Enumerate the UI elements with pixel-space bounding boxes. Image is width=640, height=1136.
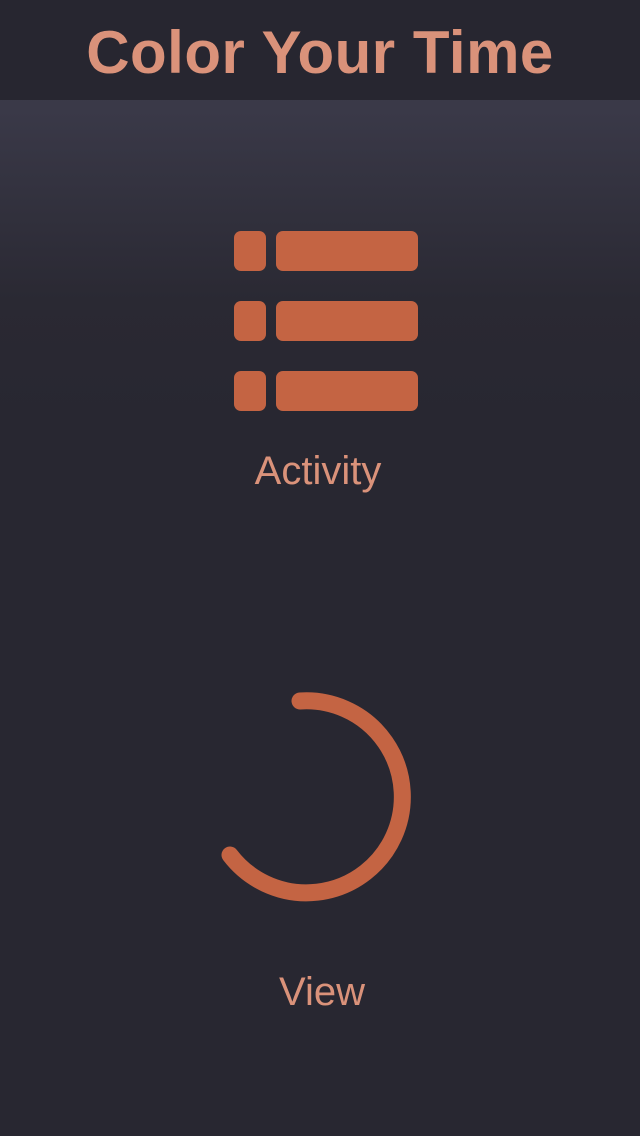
list-line: [276, 301, 418, 341]
list-line: [276, 371, 418, 411]
app-title: Color Your Time: [86, 18, 554, 86]
app-screen: Color Your Time Activity View: [0, 0, 640, 1136]
title-bar: Color Your Time: [0, 0, 640, 100]
progress-ring-icon: [221, 692, 411, 902]
list-bullet: [234, 231, 266, 271]
list-row: [234, 301, 418, 341]
activity-label: Activity: [254, 449, 382, 493]
list-line: [276, 231, 418, 271]
activity-button[interactable]: Activity: [160, 225, 480, 515]
list-icon: [234, 231, 418, 413]
list-bullet: [234, 371, 266, 411]
list-row: [234, 371, 418, 411]
view-label: View: [279, 970, 365, 1014]
list-bullet: [234, 301, 266, 341]
progress-ring-arc: [221, 692, 411, 902]
view-button[interactable]: View: [160, 680, 480, 1030]
list-row: [234, 231, 418, 271]
